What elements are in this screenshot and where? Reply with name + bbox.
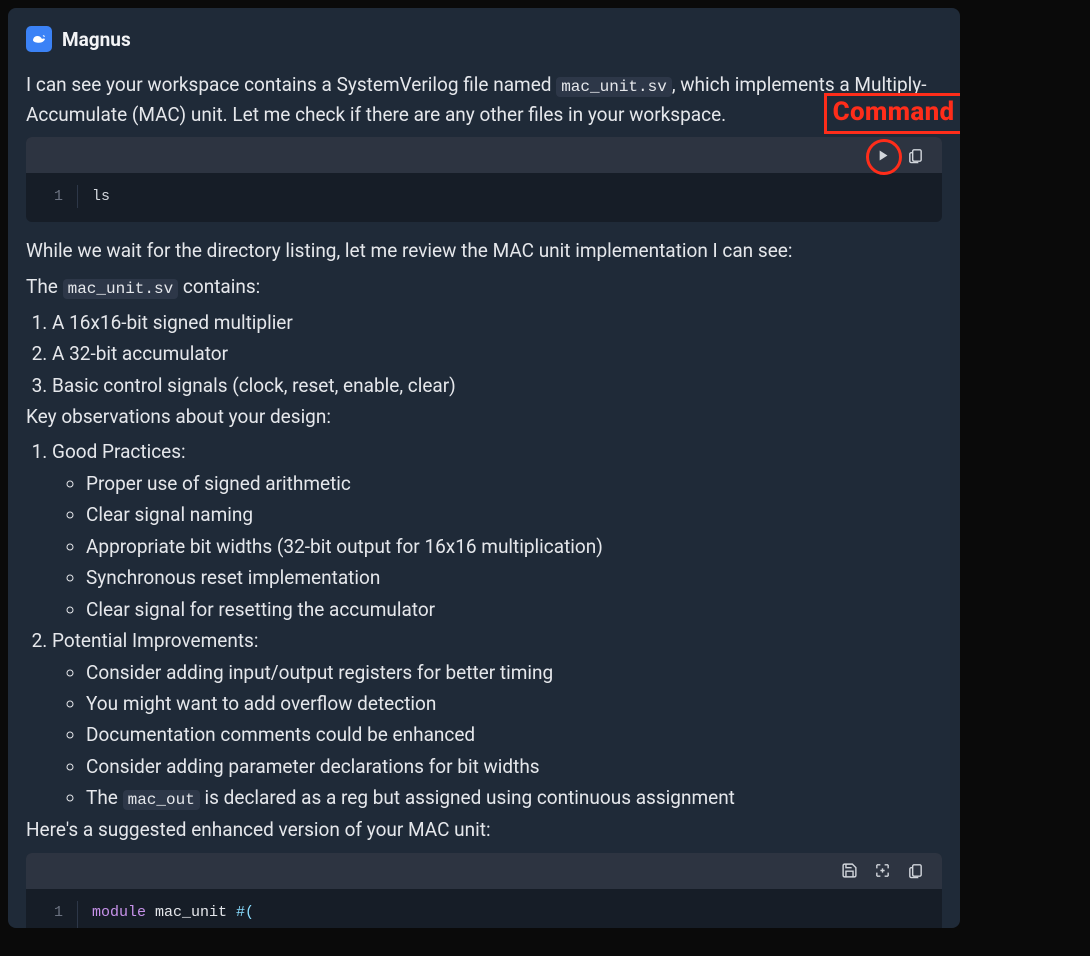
observations-list: Good Practices: Proper use of signed ari… bbox=[26, 437, 942, 813]
command-body: 1 ls bbox=[26, 173, 942, 222]
list-item: Proper use of signed arithmetic bbox=[86, 469, 942, 498]
line-number: 2 bbox=[26, 924, 78, 928]
improvements-item: Potential Improvements: Consider adding … bbox=[52, 626, 942, 813]
macout-post: is declared as a reg but assigned using … bbox=[200, 786, 735, 809]
insert-icon bbox=[874, 862, 891, 879]
good-practices-item: Good Practices: Proper use of signed ari… bbox=[52, 437, 942, 624]
contains-post: contains: bbox=[178, 275, 260, 298]
list-item: You might want to add overflow detection bbox=[86, 689, 942, 718]
list-item: Appropriate bit widths (32-bit output fo… bbox=[86, 532, 942, 561]
contains-file: mac_unit.sv bbox=[63, 279, 179, 299]
list-item: Clear signal naming bbox=[86, 500, 942, 529]
list-item: The mac_out is declared as a reg but ass… bbox=[86, 783, 942, 813]
list-item: Documentation comments could be enhanced bbox=[86, 720, 942, 749]
improvements-label: Potential Improvements: bbox=[52, 629, 258, 652]
line-number: 1 bbox=[26, 901, 78, 924]
key-observations: Key observations about your design: bbox=[26, 402, 942, 431]
verilog-code-block: 1module mac_unit #(2 parameter INPUT_WID… bbox=[26, 853, 942, 928]
intro-paragraph: I can see your workspace contains a Syst… bbox=[26, 70, 942, 129]
code-line: 2 parameter INPUT_WIDTH = 16, bbox=[26, 924, 942, 928]
play-icon bbox=[874, 147, 891, 164]
intro-filename: mac_unit.sv bbox=[556, 77, 672, 97]
code-line: 1 ls bbox=[26, 185, 942, 208]
list-item: Consider adding input/output registers f… bbox=[86, 658, 942, 687]
list-item: A 32-bit accumulator bbox=[52, 339, 942, 368]
macout-pre: The bbox=[86, 786, 123, 809]
save-button[interactable] bbox=[841, 862, 858, 879]
macout-code: mac_out bbox=[123, 790, 200, 810]
improvements-sublist: Consider adding input/output registers f… bbox=[52, 658, 942, 814]
list-item: Basic control signals (clock, reset, ena… bbox=[52, 371, 942, 400]
clipboard-icon bbox=[907, 862, 924, 879]
clipboard-icon bbox=[907, 147, 924, 164]
save-icon bbox=[841, 862, 858, 879]
copy-button[interactable] bbox=[907, 147, 924, 164]
code-text: parameter INPUT_WIDTH = 16, bbox=[78, 924, 371, 928]
good-practices-label: Good Practices: bbox=[52, 440, 186, 463]
code-line: 1module mac_unit #( bbox=[26, 901, 942, 924]
good-practices-sublist: Proper use of signed arithmetic Clear si… bbox=[52, 469, 942, 624]
list-item: Synchronous reset implementation bbox=[86, 563, 942, 592]
command-code-block: 1 ls bbox=[26, 137, 942, 222]
agent-avatar bbox=[26, 26, 52, 52]
list-item: Clear signal for resetting the accumulat… bbox=[86, 595, 942, 624]
wait-paragraph: While we wait for the directory listing,… bbox=[26, 236, 942, 265]
copy-button-2[interactable] bbox=[907, 862, 924, 879]
command-toolbar bbox=[26, 137, 942, 173]
message-header: Magnus bbox=[26, 26, 942, 52]
verilog-toolbar bbox=[26, 853, 942, 889]
contains-list: A 16x16-bit signed multiplier A 32-bit a… bbox=[26, 308, 942, 400]
list-item: A 16x16-bit signed multiplier bbox=[52, 308, 942, 337]
contains-paragraph: The mac_unit.sv contains: bbox=[26, 272, 942, 302]
code-text: module mac_unit #( bbox=[78, 901, 254, 924]
line-number: 1 bbox=[26, 185, 78, 208]
intro-pre: I can see your workspace contains a Syst… bbox=[26, 73, 556, 96]
code-text: ls bbox=[78, 185, 110, 208]
whale-icon bbox=[30, 30, 48, 48]
chat-message-panel: Magnus Command Execution I can see your … bbox=[8, 8, 960, 928]
agent-name: Magnus bbox=[62, 28, 131, 51]
list-item: Consider adding parameter declarations f… bbox=[86, 752, 942, 781]
suggest-paragraph: Here's a suggested enhanced version of y… bbox=[26, 815, 942, 844]
verilog-body: 1module mac_unit #(2 parameter INPUT_WID… bbox=[26, 889, 942, 928]
contains-pre: The bbox=[26, 275, 63, 298]
run-button[interactable] bbox=[874, 147, 891, 164]
annotation-command-execution: Command Execution bbox=[824, 93, 960, 134]
insert-button[interactable] bbox=[874, 862, 891, 879]
